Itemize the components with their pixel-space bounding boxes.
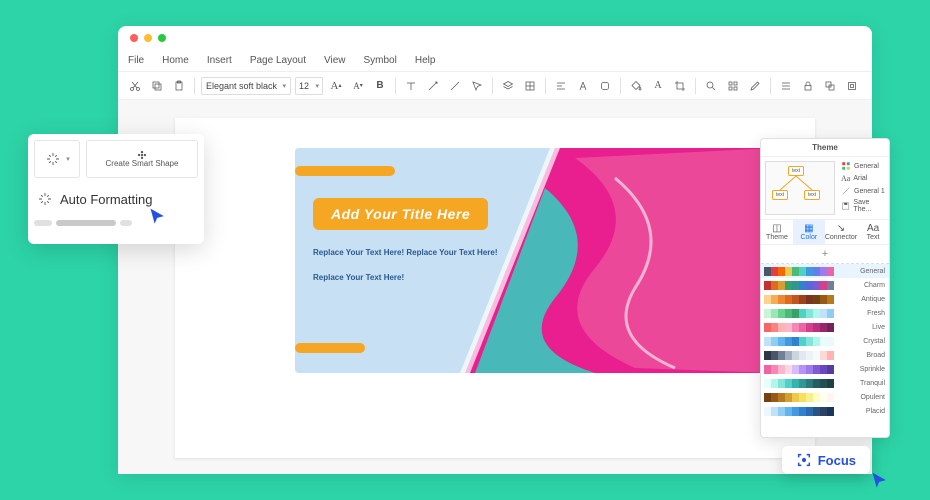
menu-home[interactable]: Home — [162, 55, 189, 66]
font-decrease-icon[interactable]: A▾ — [349, 77, 367, 95]
canvas-area[interactable]: Add Your Title Here Replace Your Text He… — [118, 100, 872, 474]
menu-pagelayout[interactable]: Page Layout — [250, 55, 306, 66]
swatch-list: GeneralCharmAntiqueFreshLiveCrystalBroad… — [761, 264, 889, 436]
swatch-row[interactable]: Sprinkle — [761, 362, 889, 376]
copy-icon[interactable] — [148, 77, 166, 95]
app-window: File Home Insert Page Layout View Symbol… — [118, 26, 872, 474]
slide-title[interactable]: Add Your Title Here — [313, 198, 488, 230]
accent-bar-top — [295, 166, 395, 176]
sparkle-dropdown[interactable]: ▾ — [34, 140, 80, 178]
focus-icon — [796, 452, 812, 468]
swatch-row[interactable]: Fresh — [761, 306, 889, 320]
swatch-icon — [841, 161, 851, 171]
save-icon — [841, 201, 850, 211]
slide-subtext-2[interactable]: Replace Your Text Here! — [313, 273, 404, 282]
font-select[interactable]: Elegant soft black▾ — [201, 77, 291, 95]
menu-file[interactable]: File — [128, 55, 144, 66]
line-icon[interactable] — [446, 77, 464, 95]
text-icon[interactable] — [402, 77, 420, 95]
auto-formatting-button[interactable]: Auto Formatting — [34, 186, 198, 212]
menu-help[interactable]: Help — [415, 55, 436, 66]
menu-symbol[interactable]: Symbol — [364, 55, 397, 66]
swatch-row[interactable]: Live — [761, 320, 889, 334]
layers-icon[interactable] — [499, 77, 517, 95]
theme-prop-font[interactable]: AaArial — [841, 174, 887, 183]
text-style-icon[interactable] — [574, 77, 592, 95]
menu-view[interactable]: View — [324, 55, 346, 66]
smart-shape-popup: ▾ Create Smart Shape Auto Formatting — [28, 134, 204, 244]
slide-subtext-1[interactable]: Replace Your Text Here! Replace Your Tex… — [313, 248, 498, 257]
crop-icon[interactable] — [671, 77, 689, 95]
cursor-icon — [870, 470, 890, 492]
swatch-row[interactable]: Charm — [761, 278, 889, 292]
popup-progress — [34, 220, 198, 226]
paste-icon[interactable] — [170, 77, 188, 95]
pen-icon[interactable] — [746, 77, 764, 95]
menu-insert[interactable]: Insert — [207, 55, 232, 66]
theme-panel-title: Theme — [761, 139, 889, 157]
theme-prop-connector[interactable]: General 1 — [841, 186, 887, 196]
swatch-row[interactable]: Crystal — [761, 334, 889, 348]
sparkle-icon — [44, 150, 62, 168]
titlebar — [118, 26, 872, 50]
spacing-icon[interactable] — [777, 77, 795, 95]
tab-text[interactable]: AaText — [857, 220, 889, 244]
fill-icon[interactable] — [627, 77, 645, 95]
swatch-row[interactable]: Broad — [761, 348, 889, 362]
swatch-row[interactable]: Antique — [761, 292, 889, 306]
search-icon[interactable] — [702, 77, 720, 95]
pointer-icon[interactable] — [468, 77, 486, 95]
close-icon[interactable] — [130, 34, 138, 42]
font-color-icon[interactable]: A — [649, 77, 667, 95]
swatch-row[interactable]: Tranquil — [761, 376, 889, 390]
menubar: File Home Insert Page Layout View Symbol… — [118, 50, 872, 72]
cursor-icon — [148, 206, 168, 228]
connector-icon[interactable] — [424, 77, 442, 95]
size-select[interactable]: 12▾ — [295, 77, 323, 95]
round-icon[interactable] — [596, 77, 614, 95]
tab-theme[interactable]: ◫Theme — [761, 220, 793, 244]
bold-button[interactable]: B — [371, 77, 389, 95]
theme-prop-save[interactable]: Save The... — [841, 199, 887, 213]
canvas-page[interactable]: Add Your Title Here Replace Your Text He… — [175, 118, 815, 458]
font-increase-icon[interactable]: A▴ — [327, 77, 345, 95]
sparkle-icon — [36, 190, 54, 208]
lock-icon[interactable] — [799, 77, 817, 95]
connector-icon — [841, 186, 851, 196]
theme-prop-general[interactable]: General — [841, 161, 887, 171]
toolbar: Elegant soft black▾ 12▾ A▴ A▾ B A — [118, 72, 872, 100]
swatch-row[interactable]: Placid — [761, 404, 889, 418]
tab-color[interactable]: ▦Color — [793, 220, 825, 244]
swatch-row[interactable]: Opulent — [761, 390, 889, 404]
tab-connector[interactable]: ↘Connector — [825, 220, 857, 244]
grid-icon[interactable] — [724, 77, 742, 95]
create-smart-shape-button[interactable]: Create Smart Shape — [86, 140, 198, 178]
maximize-icon[interactable] — [158, 34, 166, 42]
slide-bg-art — [295, 148, 775, 373]
theme-panel: Theme text text text General AaArial Gen… — [760, 138, 890, 438]
focus-button[interactable]: Focus — [782, 446, 870, 474]
align-icon[interactable] — [552, 77, 570, 95]
add-swatch-button[interactable]: + — [761, 245, 889, 264]
theme-preview[interactable]: text text text — [765, 161, 835, 215]
more-icon[interactable] — [843, 77, 861, 95]
swatch-row[interactable]: General — [761, 264, 889, 278]
group-icon[interactable] — [821, 77, 839, 95]
slide-design[interactable]: Add Your Title Here Replace Your Text He… — [295, 148, 775, 373]
table-icon[interactable] — [521, 77, 539, 95]
accent-bar-bottom — [295, 343, 365, 353]
minimize-icon[interactable] — [144, 34, 152, 42]
cut-icon[interactable] — [126, 77, 144, 95]
